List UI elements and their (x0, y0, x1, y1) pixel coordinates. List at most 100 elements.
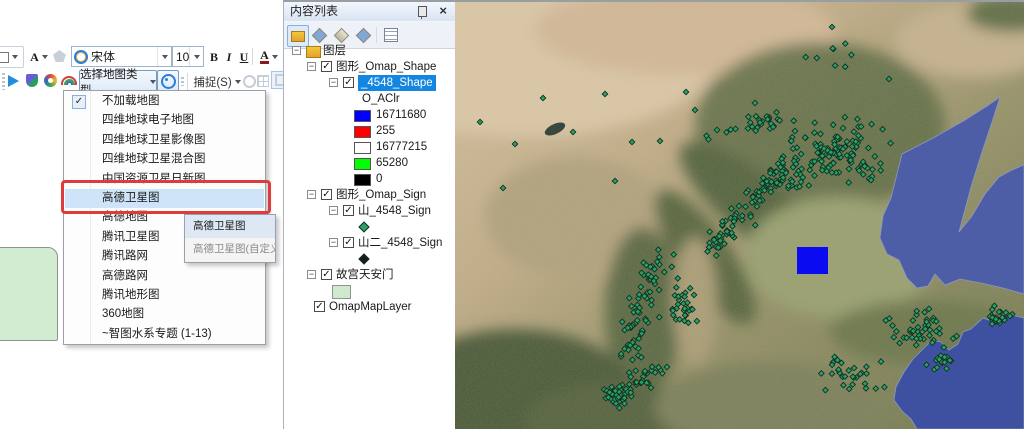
menu-item[interactable]: 高德卫星图 (65, 189, 264, 208)
tree-row: O_AClr (284, 91, 455, 107)
renderer-field-label[interactable]: O_AClr (362, 91, 400, 107)
shield-icon[interactable] (26, 74, 38, 87)
layer-tree: −图层−✓图形_Omap_Shape−✓_4548_ShapeO_AClr167… (284, 48, 455, 429)
menu-item[interactable]: 中国资源卫星日新图 (65, 170, 264, 189)
legend-diamond-symbol[interactable] (358, 221, 369, 232)
underline-button[interactable]: U (236, 46, 252, 68)
expander-icon[interactable]: − (307, 62, 316, 71)
tree-row: −✓ _4548_Shape (284, 75, 455, 91)
menu-item[interactable]: 不加载地图✓ (65, 92, 264, 111)
expander-icon[interactable]: − (329, 78, 338, 87)
expander-icon[interactable]: − (307, 190, 316, 199)
snap-point-icon[interactable] (243, 75, 256, 88)
satellite-map[interactable] (455, 2, 1024, 429)
font-size-value: 10 (173, 50, 189, 64)
layer-checkbox[interactable]: ✓ (343, 77, 354, 88)
globe-icon (161, 74, 176, 89)
map-graphic-polygon (0, 247, 58, 341)
layer-label[interactable]: OmapMapLayer (329, 299, 411, 315)
snap-vertex-icon[interactable] (271, 71, 283, 89)
font-brand-icon (74, 50, 88, 64)
menu-item[interactable]: 四维地球卫星影像图 (65, 131, 264, 150)
list-by-selection-button[interactable] (353, 25, 373, 45)
close-icon[interactable]: × (439, 3, 447, 18)
toolbar-grip[interactable] (181, 77, 184, 86)
color-wheel-icon[interactable] (44, 74, 57, 87)
legend-swatch[interactable] (354, 110, 371, 122)
run-icon[interactable] (8, 75, 19, 87)
layer-label[interactable]: 山_4548_Sign (358, 203, 431, 219)
selection-layers-icon (355, 27, 371, 43)
legend-swatch[interactable] (354, 142, 371, 154)
layer-label[interactable]: 图形_Omap_Shape (336, 59, 436, 75)
menu-item[interactable]: 360地图 (65, 305, 264, 324)
layer-label[interactable]: 16777215 (376, 139, 427, 155)
visibility-layers-icon (333, 27, 349, 43)
toolbar-grip[interactable] (2, 73, 5, 90)
options-list-icon (384, 28, 398, 42)
menu-item[interactable]: ~智图水系专题 (1-13) (65, 325, 264, 344)
submenu-item[interactable]: 高德卫星图(自定义) (185, 238, 275, 260)
tree-row: 16777215 (284, 139, 455, 155)
layer-label[interactable]: 65280 (376, 155, 408, 171)
layers-icon (291, 31, 305, 42)
expander-icon[interactable]: − (329, 238, 338, 247)
sketch-tool-icon[interactable] (53, 50, 66, 62)
layer-label[interactable]: 图层 (323, 43, 346, 59)
layer-label[interactable]: 山二_4548_Sign (358, 235, 442, 251)
application-window: A 宋体 10 B I U A (0, 0, 1024, 429)
layer-label[interactable]: 0 (376, 171, 382, 187)
map-view[interactable] (455, 0, 1024, 429)
layer-label[interactable]: 图形_Omap_Sign (336, 187, 426, 203)
list-by-visibility-button[interactable] (331, 25, 351, 45)
menu-item[interactable]: 四维地球卫星混合图 (65, 150, 264, 169)
menu-item[interactable]: 高德路网 (65, 267, 264, 286)
tree-row: 65280 (284, 155, 455, 171)
layer-label[interactable]: 故宫天安门 (336, 267, 394, 283)
dropdown-caret-icon (235, 80, 241, 84)
legend-polygon-swatch[interactable] (332, 285, 351, 299)
text-color-button[interactable]: A (25, 46, 53, 68)
expander-icon[interactable]: − (329, 206, 338, 215)
dropdown-caret-icon (42, 55, 48, 59)
expander-icon[interactable]: − (307, 270, 316, 279)
layer-label[interactable]: _4548_Shape (358, 75, 436, 91)
snap-end-icon[interactable] (257, 75, 269, 87)
layer-checkbox[interactable]: ✓ (321, 61, 332, 72)
submenu-item[interactable]: 高德卫星图 (185, 215, 275, 238)
legend-swatch[interactable] (354, 174, 371, 186)
menu-item[interactable]: 腾讯地形图 (65, 286, 264, 305)
tree-row: −✓ 山二_4548_Sign (284, 235, 455, 251)
source-layers-icon (311, 27, 327, 43)
tree-row: −✓ 山_4548_Sign (284, 203, 455, 219)
italic-button[interactable]: I (222, 46, 236, 68)
letter-a-underline-icon: A (260, 50, 269, 64)
tree-row: −✓ 图形_Omap_Sign (284, 187, 455, 203)
menu-item[interactable]: 四维地球电子地图 (65, 111, 264, 130)
dropdown-caret-icon (189, 47, 203, 66)
rainbow-icon[interactable] (61, 76, 77, 85)
font-color-button[interactable]: A (255, 46, 283, 68)
legend-swatch[interactable] (354, 158, 371, 170)
options-button[interactable] (381, 25, 401, 45)
layer-checkbox[interactable]: ✓ (321, 269, 332, 280)
layer-label[interactable]: 255 (376, 123, 395, 139)
layer-checkbox[interactable]: ✓ (314, 301, 325, 312)
layer-checkbox[interactable]: ✓ (343, 205, 354, 216)
pin-icon[interactable] (418, 6, 427, 17)
tree-row: 0 (284, 171, 455, 187)
list-by-source-button[interactable] (309, 25, 329, 45)
layer-checkbox[interactable]: ✓ (321, 189, 332, 200)
blue-square-graphic (797, 247, 828, 274)
layer-checkbox[interactable]: ✓ (343, 237, 354, 248)
legend-diamond-symbol[interactable] (358, 253, 369, 264)
expander-icon[interactable]: − (292, 46, 301, 55)
editor-pane: A 宋体 10 B I U A (0, 0, 283, 429)
legend-swatch[interactable] (354, 126, 371, 138)
fill-style-button[interactable] (0, 46, 24, 68)
font-size-select[interactable]: 10 (172, 46, 204, 67)
bold-button[interactable]: B (206, 46, 222, 68)
dropdown-caret-icon (272, 55, 278, 59)
layer-label[interactable]: 16711680 (376, 107, 426, 123)
font-family-select[interactable]: 宋体 (71, 46, 172, 67)
